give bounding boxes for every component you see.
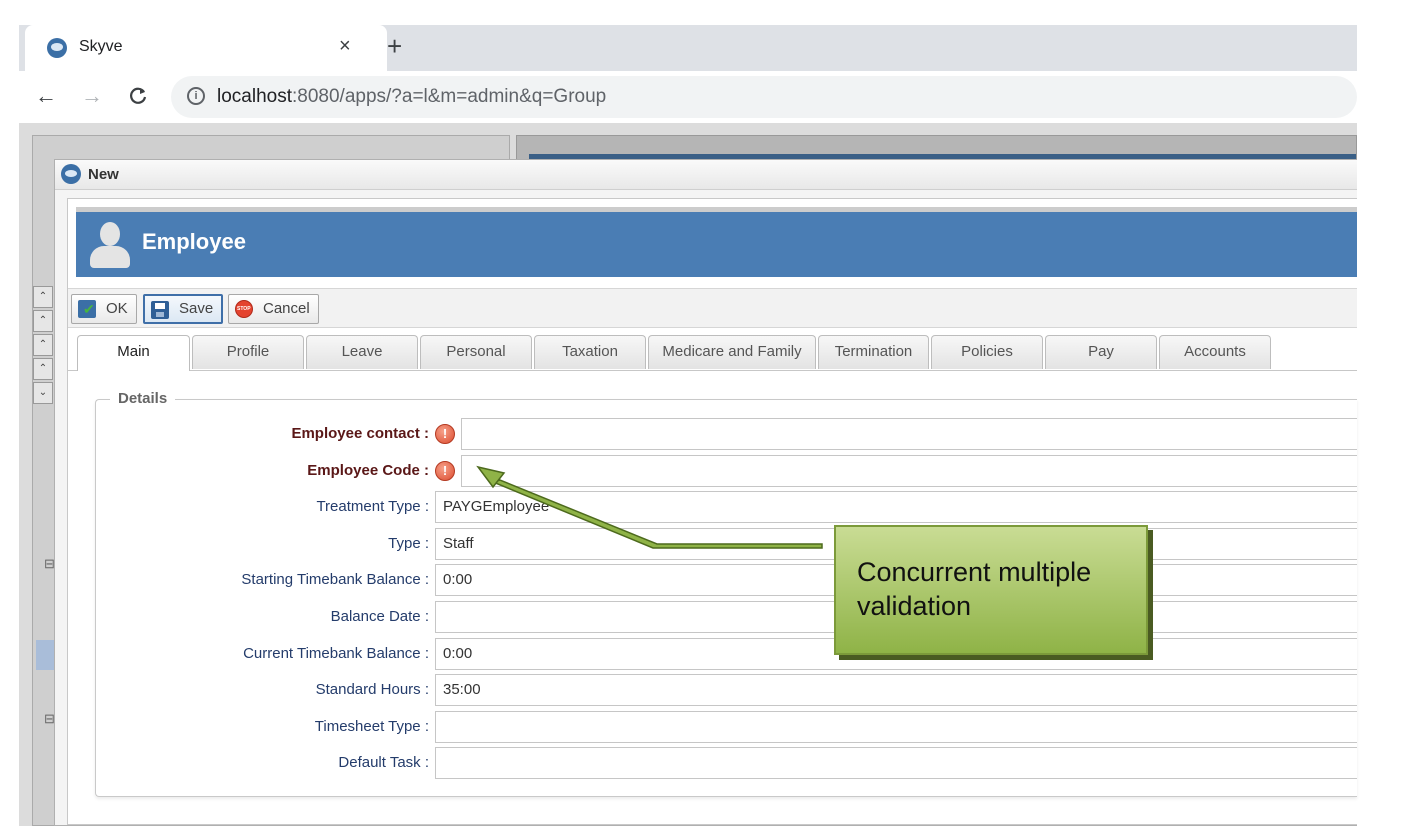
url-text: localhost:8080/apps/?a=l&m=admin&q=Group <box>217 86 606 108</box>
dialog-content: Employee OK Save Cancel Main Profile Lea… <box>67 198 1357 825</box>
default-task-field[interactable] <box>435 747 1357 779</box>
dialog-titlebar[interactable]: New <box>55 160 1357 190</box>
tab-main[interactable]: Main <box>77 335 190 371</box>
tab-medicare-and-family[interactable]: Medicare and Family <box>648 335 816 369</box>
form-row: Balance Date : <box>96 601 1357 633</box>
collapse-arrow-icon[interactable]: ⌃ <box>33 286 53 308</box>
collapse-arrow-icon[interactable]: ⌃ <box>33 334 53 356</box>
skyve-favicon-icon <box>47 38 67 58</box>
tab-pay[interactable]: Pay <box>1045 335 1157 369</box>
form-row: Default Task : <box>96 747 1357 779</box>
ok-label: OK <box>106 300 128 317</box>
employee-code-field[interactable] <box>461 455 1357 487</box>
employee-contact-label: Employee contact : <box>291 425 429 442</box>
validation-error-icon: ! <box>435 424 455 444</box>
document-title: Employee <box>142 229 246 254</box>
type-label: Type : <box>388 535 429 552</box>
forward-arrow-icon[interactable]: → <box>81 83 103 109</box>
starting-timebank-balance-label: Starting Timebank Balance : <box>241 571 429 588</box>
new-tab-icon[interactable]: + <box>387 31 402 62</box>
form-row: Timesheet Type : <box>96 711 1357 743</box>
document-header: Employee <box>76 207 1357 277</box>
browser-toolbar: ← → i localhost:8080/apps/?a=l&m=admin&q… <box>19 71 1357 123</box>
tab-taxation[interactable]: Taxation <box>534 335 646 369</box>
back-arrow-icon[interactable]: ← <box>35 83 57 109</box>
form-row: Current Timebank Balance : 0:00 <box>96 638 1357 670</box>
treatment-type-label: Treatment Type : <box>316 498 429 515</box>
left-panel-arrows: ⌃ ⌃ ⌃ ⌃ ⌄ <box>33 286 53 406</box>
dialog-title: New <box>88 166 119 183</box>
url-path: :8080/apps/?a=l&m=admin&q=Group <box>292 86 607 107</box>
form-row: Standard Hours : 35:00 <box>96 674 1357 706</box>
new-employee-dialog: New Employee OK Save Cancel M <box>54 159 1357 826</box>
standard-hours-field[interactable]: 35:00 <box>435 674 1357 706</box>
form-row: Employee contact : ! <box>96 418 1357 450</box>
left-selection-highlight <box>36 640 54 670</box>
save-button[interactable]: Save <box>143 294 224 324</box>
browser-tab[interactable]: Skyve × <box>25 25 387 71</box>
balance-date-label: Balance Date : <box>330 608 429 625</box>
action-toolbar: OK Save Cancel <box>68 288 1357 328</box>
tab-leave[interactable]: Leave <box>306 335 418 369</box>
collapse-arrow-icon[interactable]: ⌃ <box>33 310 53 332</box>
timesheet-type-field[interactable] <box>435 711 1357 743</box>
timesheet-type-label: Timesheet Type : <box>314 718 429 735</box>
validation-error-icon: ! <box>435 461 455 481</box>
ok-button[interactable]: OK <box>71 294 137 324</box>
callout-text: Concurrent multiple validation <box>857 557 1092 621</box>
form-row: Type : Staff <box>96 528 1357 560</box>
employee-contact-field[interactable] <box>461 418 1357 450</box>
skyve-logo-icon <box>61 164 81 184</box>
expand-arrow-icon[interactable]: ⌄ <box>33 382 53 404</box>
form-row: Starting Timebank Balance : 0:00 <box>96 564 1357 596</box>
employee-code-label: Employee Code : <box>307 462 429 479</box>
current-timebank-balance-label: Current Timebank Balance : <box>243 645 429 662</box>
fieldset-legend: Details <box>110 390 176 407</box>
save-label: Save <box>179 300 214 317</box>
tab-profile[interactable]: Profile <box>192 335 304 369</box>
default-task-label: Default Task : <box>338 754 429 771</box>
tab-personal[interactable]: Personal <box>420 335 532 369</box>
form-row: Treatment Type : PAYGEmployee <box>96 491 1357 523</box>
stop-sign-icon <box>235 300 253 318</box>
address-bar[interactable]: i localhost:8080/apps/?a=l&m=admin&q=Gro… <box>171 76 1357 118</box>
tab-bar: Main Profile Leave Personal Taxation Med… <box>68 335 1357 371</box>
tab-accounts[interactable]: Accounts <box>1159 335 1271 369</box>
form-row: Employee Code : ! <box>96 455 1357 487</box>
close-tab-icon[interactable]: × <box>339 35 351 58</box>
cancel-label: Cancel <box>263 300 310 317</box>
standard-hours-label: Standard Hours : <box>315 681 429 698</box>
person-icon <box>88 222 132 272</box>
tab-policies[interactable]: Policies <box>931 335 1043 369</box>
floppy-disk-icon <box>151 301 169 319</box>
annotation-callout: Concurrent multiple validation <box>834 525 1148 655</box>
ok-check-icon <box>78 300 96 318</box>
browser-tabstrip: Skyve × + <box>19 25 1357 71</box>
browser-tab-title: Skyve <box>79 38 123 55</box>
site-info-icon[interactable]: i <box>187 87 205 105</box>
treatment-type-field[interactable]: PAYGEmployee <box>435 491 1357 523</box>
cancel-button[interactable]: Cancel <box>228 294 319 324</box>
collapse-arrow-icon[interactable]: ⌃ <box>33 358 53 380</box>
url-host: localhost <box>217 86 292 107</box>
details-fieldset: Details Employee contact : ! Employee Co… <box>95 390 1357 797</box>
reload-icon[interactable] <box>127 83 149 113</box>
tab-termination[interactable]: Termination <box>818 335 929 369</box>
